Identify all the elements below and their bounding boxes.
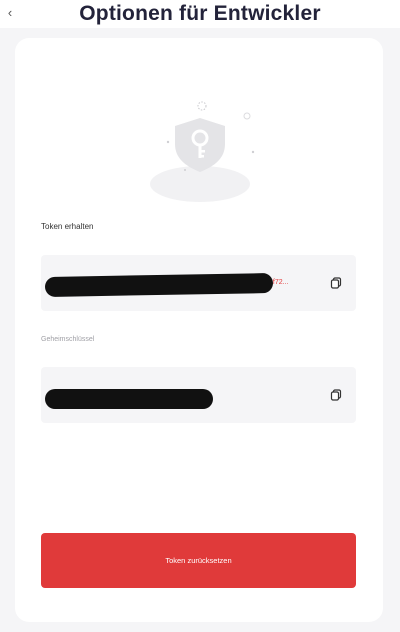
redaction-mark [44, 273, 274, 297]
secret-field [41, 367, 356, 423]
shield-key-icon [150, 101, 255, 202]
page-title: Optionen für Entwickler [79, 2, 321, 25]
secret-label: Geheimschlüssel [41, 336, 95, 343]
header-bar: ‹ Optionen für Entwickler [0, 0, 400, 28]
token-field: ... 6f72... [41, 255, 356, 311]
reset-token-button[interactable]: Token zurücksetzen [41, 533, 356, 588]
content-card: Token erhalten ... 6f72... Geheimschlüss… [15, 38, 383, 622]
token-label: Token erhalten [41, 222, 94, 231]
redaction-mark [45, 389, 213, 409]
copy-icon[interactable] [330, 277, 342, 289]
copy-icon[interactable] [330, 389, 342, 401]
